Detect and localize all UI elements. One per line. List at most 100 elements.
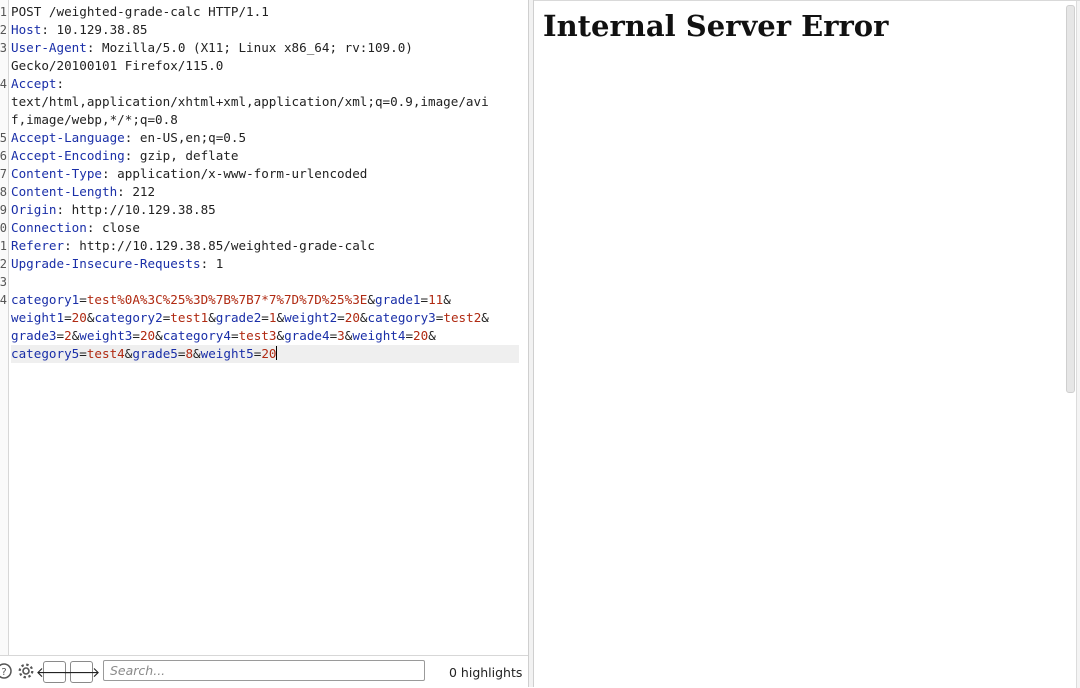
editor-line[interactable]: Referer: http://10.129.38.85/weighted-gr… bbox=[11, 237, 519, 255]
editor-search-bar: ? 🡐 🡒 0 highlights bbox=[0, 655, 528, 687]
param-value: 20 bbox=[139, 328, 156, 343]
header-separator: : bbox=[102, 166, 118, 181]
editor-line[interactable]: Content-Type: application/x-www-form-url… bbox=[11, 165, 519, 183]
header-value: 212 bbox=[132, 184, 156, 199]
header-name: Upgrade-Insecure-Requests bbox=[11, 256, 201, 271]
header-separator: : bbox=[86, 220, 102, 235]
editor-line[interactable]: Origin: http://10.129.38.85 bbox=[11, 201, 519, 219]
editor-line[interactable]: Upgrade-Insecure-Requests: 1 bbox=[11, 255, 519, 273]
param-equals: = bbox=[132, 328, 140, 343]
next-match-button[interactable]: 🡒 bbox=[63, 661, 100, 683]
editor-line[interactable]: category5=test4&grade5=8&weight5=20 bbox=[11, 345, 519, 363]
header-name: Connection bbox=[11, 220, 87, 235]
param-equals: = bbox=[64, 310, 72, 325]
header-separator: : bbox=[41, 22, 57, 37]
editor-line[interactable]: weight1=20&category2=test1&grade2=1&weig… bbox=[11, 309, 519, 327]
param-value: 20 bbox=[344, 310, 360, 325]
param-equals: = bbox=[261, 310, 269, 325]
param-ampersand: & bbox=[359, 310, 368, 325]
line-number: 2 bbox=[0, 23, 7, 37]
editor-line[interactable]: Content-Length: 212 bbox=[11, 183, 519, 201]
rendered-response: Internal Server Error bbox=[534, 1, 1064, 688]
line-number: 6 bbox=[0, 149, 7, 163]
header-name: Host bbox=[11, 22, 42, 37]
request-editor[interactable]: POST /weighted-grade-calc HTTP/1.1 Host: … bbox=[11, 3, 519, 363]
param-value: test3 bbox=[238, 328, 277, 343]
editor-line[interactable]: Gecko/20100101 Firefox/115.0 bbox=[11, 57, 519, 75]
line-number: 1 bbox=[0, 5, 7, 19]
param-equals: = bbox=[79, 346, 87, 361]
header-value: 1 bbox=[215, 256, 224, 271]
error-heading: Internal Server Error bbox=[543, 9, 889, 43]
editor-line[interactable]: POST /weighted-grade-calc HTTP/1.1 bbox=[11, 3, 519, 21]
gear-icon[interactable] bbox=[16, 661, 36, 681]
header-value: gzip, deflate bbox=[139, 148, 239, 163]
editor-line[interactable]: Connection: close bbox=[11, 219, 519, 237]
header-separator: : bbox=[86, 40, 102, 55]
editor-line[interactable]: User-Agent: Mozilla/5.0 (X11; Linux x86_… bbox=[11, 39, 519, 57]
editor-line[interactable] bbox=[11, 273, 519, 291]
param-ampersand: & bbox=[367, 292, 375, 307]
param-key: grade2 bbox=[215, 310, 262, 325]
header-name: Accept bbox=[11, 76, 57, 91]
header-name: Content-Length bbox=[11, 184, 118, 199]
editor-line[interactable]: Accept-Encoding: gzip, deflate bbox=[11, 147, 519, 165]
header-separator: : bbox=[124, 148, 140, 163]
param-ampersand: & bbox=[428, 328, 436, 343]
editor-line[interactable]: Accept: bbox=[11, 75, 519, 93]
line-number: 9 bbox=[0, 203, 7, 217]
header-name: Origin bbox=[11, 202, 57, 217]
header-separator: : bbox=[56, 202, 72, 217]
param-value: 20 bbox=[261, 346, 277, 361]
param-value: test%0A%3C%25%3D%7B%7B7*7%7D%7D%25%3E bbox=[86, 292, 368, 307]
header-separator: : bbox=[64, 238, 80, 253]
param-value: 2 bbox=[64, 328, 72, 343]
param-value: 20 bbox=[413, 328, 429, 343]
text-cursor bbox=[276, 346, 278, 360]
header-name: Accept-Language bbox=[11, 130, 125, 145]
param-value: 3 bbox=[337, 328, 345, 343]
param-equals: = bbox=[420, 292, 429, 307]
header-value-continued: f,image/webp,*/*;q=0.8 bbox=[11, 112, 178, 127]
param-key: category2 bbox=[94, 310, 163, 325]
render-scrollbar[interactable] bbox=[1066, 5, 1075, 393]
line-number: 10 bbox=[0, 221, 7, 235]
param-value: test1 bbox=[170, 310, 209, 325]
param-key: category1 bbox=[11, 292, 80, 307]
param-equals: = bbox=[56, 328, 65, 343]
param-equals: = bbox=[79, 292, 87, 307]
request-editor-pane[interactable]: 1234567891011121314 POST /weighted-grade… bbox=[0, 0, 528, 687]
param-key: weight2 bbox=[284, 310, 338, 325]
param-key: weight1 bbox=[11, 310, 65, 325]
search-input[interactable] bbox=[103, 660, 425, 681]
header-name: Content-Type bbox=[11, 166, 102, 181]
header-value: en-US,en;q=0.5 bbox=[139, 130, 247, 145]
param-ampersand: & bbox=[481, 310, 489, 325]
editor-line[interactable]: Host: 10.129.38.85 bbox=[11, 21, 519, 39]
header-value: 10.129.38.85 bbox=[56, 22, 148, 37]
param-equals: = bbox=[337, 310, 345, 325]
param-ampersand: & bbox=[443, 292, 451, 307]
editor-line[interactable]: category1=test%0A%3C%25%3D%7B%7B7*7%7D%7… bbox=[11, 291, 519, 309]
header-separator: : bbox=[200, 256, 216, 271]
param-key: category3 bbox=[367, 310, 436, 325]
editor-line[interactable]: text/html,application/xhtml+xml,applicat… bbox=[11, 93, 519, 111]
editor-line[interactable]: Accept-Language: en-US,en;q=0.5 bbox=[11, 129, 519, 147]
header-value: http://10.129.38.85/weighted-grade-calc bbox=[79, 238, 375, 253]
param-ampersand: & bbox=[155, 328, 163, 343]
line-number-gutter: 1234567891011121314 bbox=[0, 0, 9, 655]
param-key: grade5 bbox=[132, 346, 178, 361]
help-icon[interactable]: ? bbox=[0, 661, 14, 681]
editor-line[interactable]: grade3=2&weight3=20&category4=test3&grad… bbox=[11, 327, 519, 345]
line-number: 14 bbox=[0, 293, 7, 307]
header-separator: : bbox=[117, 184, 133, 199]
param-key: weight4 bbox=[352, 328, 406, 343]
editor-line[interactable]: f,image/webp,*/*;q=0.8 bbox=[11, 111, 519, 129]
line-number: 3 bbox=[0, 41, 7, 55]
param-key: grade4 bbox=[284, 328, 330, 343]
svg-text:?: ? bbox=[1, 667, 6, 678]
line-number: 12 bbox=[0, 257, 7, 271]
param-key: weight3 bbox=[79, 328, 133, 343]
line-number: 11 bbox=[0, 239, 7, 253]
request-line: POST /weighted-grade-calc HTTP/1.1 bbox=[11, 4, 269, 19]
